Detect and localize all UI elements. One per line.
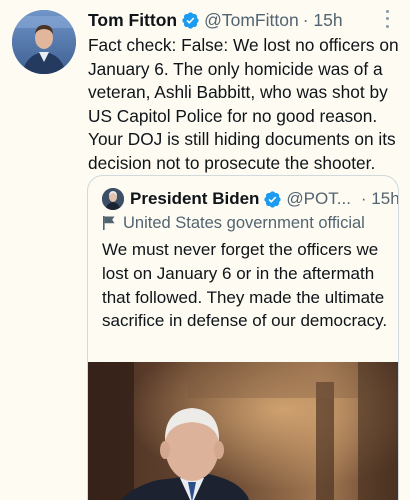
author-avatar[interactable] bbox=[12, 10, 76, 74]
tweet[interactable]: Tom Fitton @TomFitton · 15h Fact check: … bbox=[0, 0, 410, 500]
quoted-tweet-header: President Biden @POT... · 15h bbox=[102, 188, 398, 210]
verified-badge-icon bbox=[181, 11, 200, 30]
government-flag-icon bbox=[102, 215, 116, 231]
author-handle[interactable]: @TomFitton bbox=[204, 10, 299, 31]
verified-badge-icon bbox=[263, 190, 282, 209]
tweet-text: Fact check: False: We lost no officers o… bbox=[88, 35, 399, 173]
government-official-label[interactable]: United States government official bbox=[102, 213, 365, 233]
tweet-timestamp[interactable]: · 15h bbox=[303, 10, 343, 31]
quoted-author-name[interactable]: President Biden bbox=[130, 189, 259, 209]
quoted-tweet[interactable]: President Biden @POT... · 15h United Sta… bbox=[87, 175, 399, 500]
quoted-tweet-timestamp[interactable]: · 15h bbox=[361, 189, 398, 209]
tweet-header: Tom Fitton @TomFitton · 15h bbox=[88, 9, 343, 31]
quoted-tweet-photo[interactable] bbox=[88, 362, 398, 500]
author-name[interactable]: Tom Fitton bbox=[88, 10, 177, 31]
quoted-author-handle[interactable]: @POT... bbox=[286, 189, 351, 209]
quoted-tweet-text: We must never forget the officers we los… bbox=[102, 240, 388, 331]
quoted-author-avatar[interactable] bbox=[102, 188, 124, 210]
government-label-text: United States government official bbox=[123, 213, 365, 232]
more-options-icon[interactable] bbox=[382, 8, 392, 30]
